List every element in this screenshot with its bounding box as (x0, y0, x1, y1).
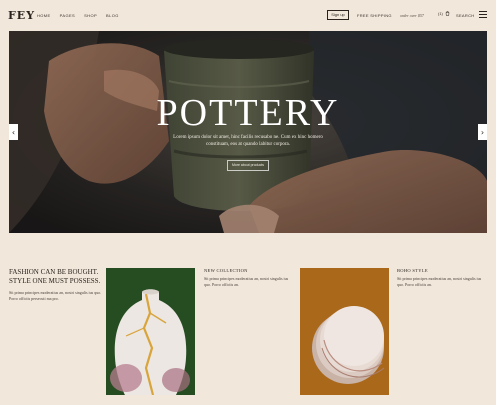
search-link[interactable]: SEARCH (456, 13, 474, 18)
intro-body: Sit prima principes moderatius an, nostr… (9, 290, 102, 301)
hero-description: Lorem ipsum dolor sit amet, hinc facilis… (173, 135, 323, 147)
free-shipping-label: FREE SHIPPING (357, 13, 392, 18)
hero-cta-button[interactable]: More about products (227, 160, 269, 171)
intro-heading: FASHION CAN BE BOUGHT. STYLE ONE MUST PO… (9, 268, 101, 285)
vase-illustration (106, 268, 195, 395)
arrow-right-icon[interactable]: › (478, 124, 487, 140)
menu-icon[interactable] (479, 11, 487, 18)
cart-icon (445, 11, 450, 16)
boho-style-desc: Sit prima principes moderatius an, nostr… (397, 276, 482, 287)
hero-slider: POTTERY Lorem ipsum dolor sit amet, hinc… (9, 31, 487, 233)
site-header: FEY HOME PAGES SHOP BLOG Sign up FREE SH… (0, 0, 496, 30)
new-collection-desc: Sit prima principes moderatius an, nostr… (204, 276, 289, 287)
nav-blog[interactable]: BLOG (106, 13, 119, 18)
boho-style-title[interactable]: BOHO STYLE (397, 268, 428, 273)
hero-title: POTTERY (156, 92, 340, 134)
nav-home[interactable]: HOME (37, 13, 51, 18)
nav-shop[interactable]: SHOP (84, 13, 97, 18)
new-collection-title[interactable]: NEW COLLECTION (204, 268, 248, 273)
order-over-label: order over $57 (400, 13, 424, 18)
main-nav: HOME PAGES SHOP BLOG (37, 13, 119, 18)
arrow-left-icon[interactable]: ‹ (9, 124, 18, 140)
cart-button[interactable]: (1) (438, 11, 450, 16)
nav-pages[interactable]: PAGES (60, 13, 76, 18)
signup-button[interactable]: Sign up (327, 10, 349, 20)
cart-count: (1) (438, 11, 443, 16)
boho-style-image[interactable] (300, 268, 389, 395)
site-logo[interactable]: FEY (8, 9, 35, 22)
new-collection-image[interactable] (106, 268, 195, 395)
plates-illustration (300, 268, 389, 395)
